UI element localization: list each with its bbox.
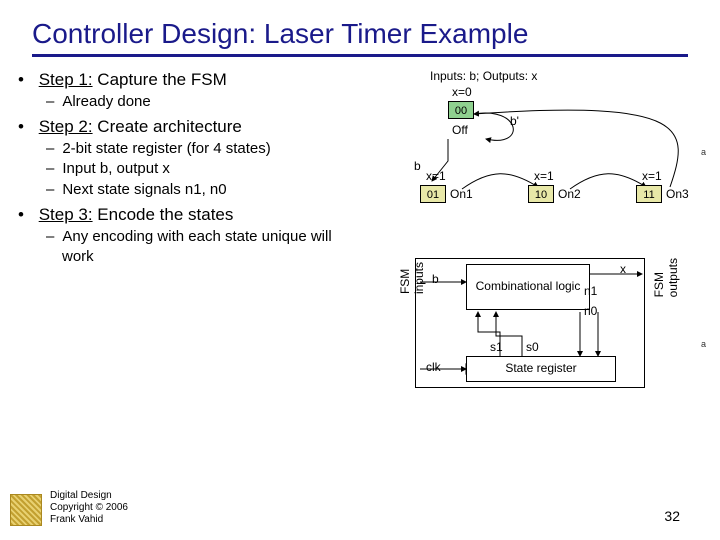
fsm-on3: On3	[666, 187, 689, 201]
fsm-inputs-label: FSMinputs	[398, 262, 426, 294]
fsm-state-00: 00	[448, 101, 474, 119]
book-logo-icon	[10, 494, 42, 526]
step-2-label: Step 2:	[39, 117, 93, 136]
fsm-diagram: Inputs: b; Outputs: x x=0 00 Off b' b x=…	[370, 69, 690, 244]
fsm-b: b	[414, 159, 421, 173]
arch-n1: n1	[584, 284, 597, 298]
slide-title: Controller Design: Laser Timer Example	[0, 0, 720, 50]
fsm-x1-c: x=1	[642, 169, 662, 183]
fsm-on2: On2	[558, 187, 581, 201]
bullet-list: Step 1: Capture the FSM Already done Ste…	[10, 69, 350, 271]
comb-logic-block: Combinational logic	[466, 264, 590, 310]
fsm-state-10: 10	[528, 185, 554, 203]
fsm-inputs-line: Inputs: b; Outputs: x	[430, 69, 537, 83]
step-3-sub-1: Any encoding with each state unique will…	[62, 227, 350, 268]
footer-line-1: Digital Design	[50, 490, 128, 502]
annotation-a-1: a	[701, 147, 706, 157]
step-3: Step 3: Encode the states Any encoding w…	[36, 204, 350, 267]
step-2-sub-3: Next state signals n1, n0	[62, 180, 350, 200]
step-1-text: Capture the FSM	[97, 70, 226, 89]
arch-n0: n0	[584, 304, 597, 318]
diagrams: Inputs: b; Outputs: x x=0 00 Off b' b x=…	[350, 69, 710, 271]
footer-line-2: Copyright © 2006	[50, 502, 128, 514]
fsm-x0: x=0	[452, 85, 472, 99]
step-3-label: Step 3:	[39, 205, 93, 224]
fsm-on1: On1	[450, 187, 473, 201]
step-2-text: Create architecture	[97, 117, 242, 136]
architecture-diagram: FSMinputs FSMoutputs b x Combinational l…	[370, 254, 690, 404]
fsm-arrows	[370, 69, 690, 244]
footer-credits: Digital Design Copyright © 2006 Frank Va…	[50, 490, 128, 526]
content-area: Step 1: Capture the FSM Already done Ste…	[0, 57, 720, 271]
arch-b: b	[432, 272, 439, 286]
arch-s1: s1	[490, 340, 503, 354]
state-register-block: State register	[466, 356, 616, 382]
fsm-bprime: b'	[510, 114, 519, 128]
annotation-a-2: a	[701, 339, 706, 349]
fsm-x1-b: x=1	[534, 169, 554, 183]
fsm-outputs-label: FSMoutputs	[652, 258, 680, 297]
fsm-state-01: 01	[420, 185, 446, 203]
fsm-state-11: 11	[636, 185, 662, 203]
fsm-off: Off	[452, 123, 468, 137]
arch-s0: s0	[526, 340, 539, 354]
step-2-sub-2: Input b, output x	[62, 159, 350, 179]
step-1-label: Step 1:	[39, 70, 93, 89]
footer-line-3: Frank Vahid	[50, 514, 128, 526]
step-1: Step 1: Capture the FSM Already done	[36, 69, 350, 112]
step-3-text: Encode the states	[97, 205, 233, 224]
fsm-x1-a: x=1	[426, 169, 446, 183]
page-number: 32	[664, 508, 680, 524]
step-2: Step 2: Create architecture 2-bit state …	[36, 116, 350, 200]
step-2-sub-1: 2-bit state register (for 4 states)	[62, 139, 350, 159]
arch-clk: clk	[426, 360, 441, 374]
arch-x: x	[620, 262, 626, 276]
step-1-sub-1: Already done	[62, 92, 350, 112]
